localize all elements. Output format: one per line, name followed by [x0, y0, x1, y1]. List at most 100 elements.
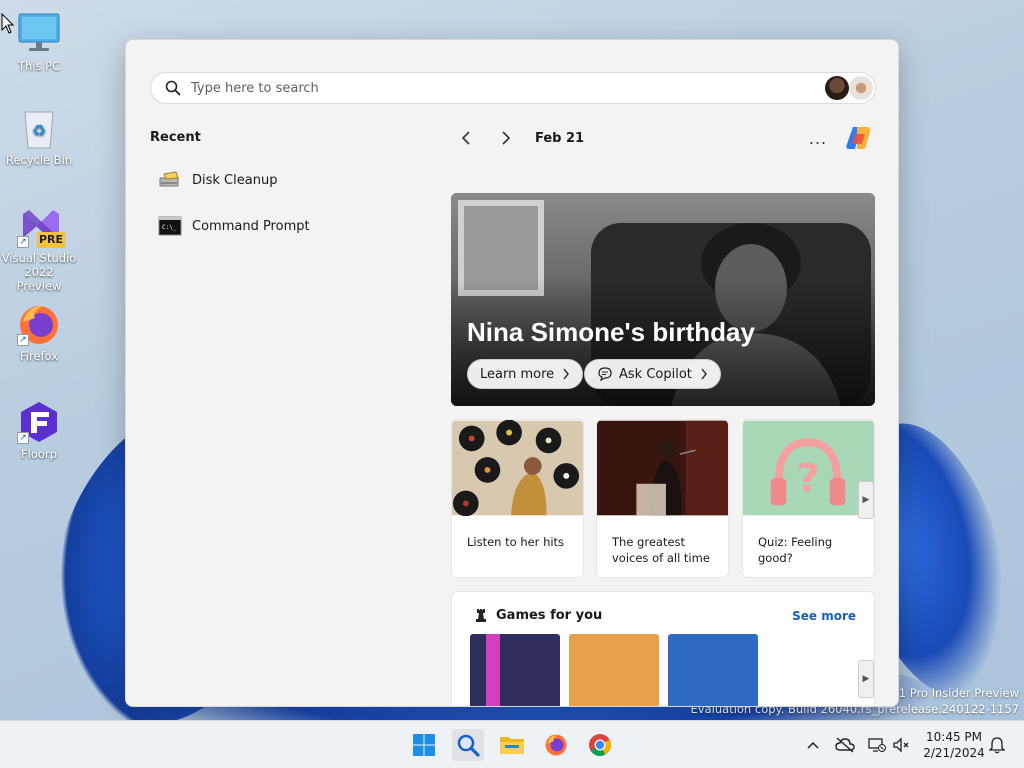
visual-studio-icon: PRE ↗ [17, 204, 65, 248]
recent-item-label: Command Prompt [192, 218, 310, 234]
search-icon [457, 734, 480, 757]
firefox-taskbar-button[interactable] [540, 729, 572, 761]
card-caption: Quiz: Feeling good? [758, 535, 833, 565]
chrome-taskbar-button[interactable] [584, 729, 616, 761]
monitor-icon [17, 12, 61, 56]
start-button[interactable] [408, 729, 440, 761]
file-explorer-button[interactable] [496, 729, 528, 761]
show-hidden-icons-button[interactable] [803, 735, 823, 755]
build-watermark-line1: 11 Pro Insider Preview [891, 686, 1019, 700]
chat-bubble-icon [598, 367, 612, 382]
recycle-bin-icon: ♻ [17, 106, 61, 150]
desktop-icon-recycle-bin[interactable]: ♻ Recycle Bin [1, 106, 77, 167]
cloud-offline-icon [835, 737, 855, 753]
copilot-icon [846, 127, 871, 149]
preview-badge: PRE [37, 232, 65, 248]
command-prompt-icon: C:\_ [158, 216, 182, 236]
shortcut-arrow-icon: ↗ [17, 236, 29, 248]
game-tile[interactable] [668, 634, 758, 706]
desktop-icon-label: This PC [17, 59, 61, 73]
card-quiz-feeling-good[interactable]: ? Quiz: Feeling good? [742, 419, 875, 578]
next-day-button[interactable] [491, 124, 521, 152]
shortcut-arrow-icon: ↗ [17, 334, 29, 346]
shortcut-arrow-icon: ↗ [17, 432, 29, 444]
card-caption: The greatest voices of all time [612, 535, 710, 565]
hero-title: Nina Simone's birthday [467, 317, 755, 347]
taskbar: 10:45 PM 2/21/2024 [0, 720, 1024, 768]
search-icon [165, 80, 181, 96]
folder-icon [500, 737, 524, 754]
desktop-icon-visual-studio[interactable]: PRE ↗ Visual Studio 2022 Preview [1, 204, 77, 293]
recent-item-command-prompt[interactable]: C:\_ Command Prompt [158, 211, 310, 241]
search-highlight-avatars[interactable] [825, 76, 873, 100]
search-box[interactable] [150, 72, 876, 104]
speaker-muted-icon [893, 737, 909, 753]
chevron-right-icon [701, 368, 707, 380]
game-tile-art [486, 634, 500, 706]
games-scroll-right-button[interactable]: ▶ [858, 660, 874, 698]
recent-item-label: Disk Cleanup [192, 172, 278, 188]
learn-more-button[interactable]: Learn more [467, 359, 584, 389]
cards-scroll-right-button[interactable]: ▶ [858, 481, 874, 519]
hero-card-nina-simone[interactable]: Nina Simone's birthday Learn more Ask Co… [451, 193, 875, 406]
svg-text:?: ? [797, 456, 820, 502]
chevron-up-icon [807, 741, 819, 749]
avatar [825, 76, 849, 100]
firefox-icon: ↗ [17, 302, 61, 346]
ask-copilot-button[interactable]: Ask Copilot [584, 359, 721, 389]
search-taskbar-button[interactable] [452, 729, 484, 761]
vinyl-records-image [452, 420, 583, 517]
card-listen-to-her-hits[interactable]: Listen to her hits [451, 419, 584, 578]
desktop-icon-floorp[interactable]: ↗ Floorp [1, 400, 77, 461]
search-panel: Recent Disk Cleanup C:\_ Command Prompt … [125, 39, 899, 707]
card-caption: Listen to her hits [467, 535, 565, 549]
desktop-icon-this-pc[interactable]: This PC [1, 12, 77, 73]
see-more-link[interactable]: See more [792, 609, 856, 623]
clock-date: 2/21/2024 [923, 746, 985, 760]
svg-text:♻: ♻ [32, 121, 46, 140]
windows-logo-icon [413, 734, 435, 756]
system-clock[interactable]: 10:45 PM 2/21/2024 [918, 729, 990, 761]
svg-text:C:\_: C:\_ [162, 224, 177, 231]
card-greatest-voices[interactable]: The greatest voices of all time [596, 419, 729, 578]
triangle-right-icon: ▶ [862, 495, 870, 505]
volume-button[interactable] [891, 735, 911, 755]
disk-cleanup-icon [159, 171, 179, 187]
recent-item-disk-cleanup[interactable]: Disk Cleanup [158, 165, 277, 195]
desktop-icon-label: Visual Studio 2022 Preview [1, 251, 77, 293]
game-tile[interactable] [470, 634, 560, 706]
network-status-button[interactable] [867, 735, 887, 755]
desktop-icon-firefox[interactable]: ↗ Firefox [1, 302, 77, 363]
recent-title: Recent [150, 130, 201, 145]
floorp-icon: ↗ [17, 400, 61, 444]
clock-time: 10:45 PM [926, 730, 982, 744]
notifications-button[interactable] [987, 735, 1007, 755]
copilot-button[interactable] [843, 124, 875, 152]
onedrive-status-button[interactable] [835, 735, 855, 755]
avatar [849, 76, 873, 100]
highlight-date: Feb 21 [535, 130, 585, 146]
network-disconnected-icon [868, 738, 886, 752]
previous-day-button[interactable] [451, 124, 481, 152]
chevron-right-icon [563, 368, 570, 380]
desktop-icon-label: Floorp [21, 447, 57, 461]
chevron-right-icon [502, 131, 511, 145]
learn-more-label: Learn more [480, 366, 555, 382]
triangle-right-icon: ▶ [862, 674, 870, 684]
more-options-button[interactable]: ... [803, 124, 833, 152]
desktop-icon-label: Recycle Bin [5, 153, 73, 167]
singer-performance-image [597, 420, 728, 516]
games-for-you-section: Games for you See more ▶ [451, 591, 875, 706]
search-input[interactable] [191, 73, 825, 103]
game-tile[interactable] [569, 634, 659, 706]
chess-piece-icon [476, 609, 486, 622]
highlights-nav: Feb 21 ... [451, 124, 875, 152]
bell-icon [989, 737, 1005, 754]
chevron-left-icon [461, 131, 470, 145]
ask-copilot-label: Ask Copilot [619, 366, 692, 382]
desktop-icon-label: Firefox [19, 349, 59, 363]
firefox-icon [545, 734, 567, 756]
headphones-question-image: ? [743, 420, 874, 516]
games-title: Games for you [496, 608, 603, 623]
chrome-icon [589, 734, 611, 756]
